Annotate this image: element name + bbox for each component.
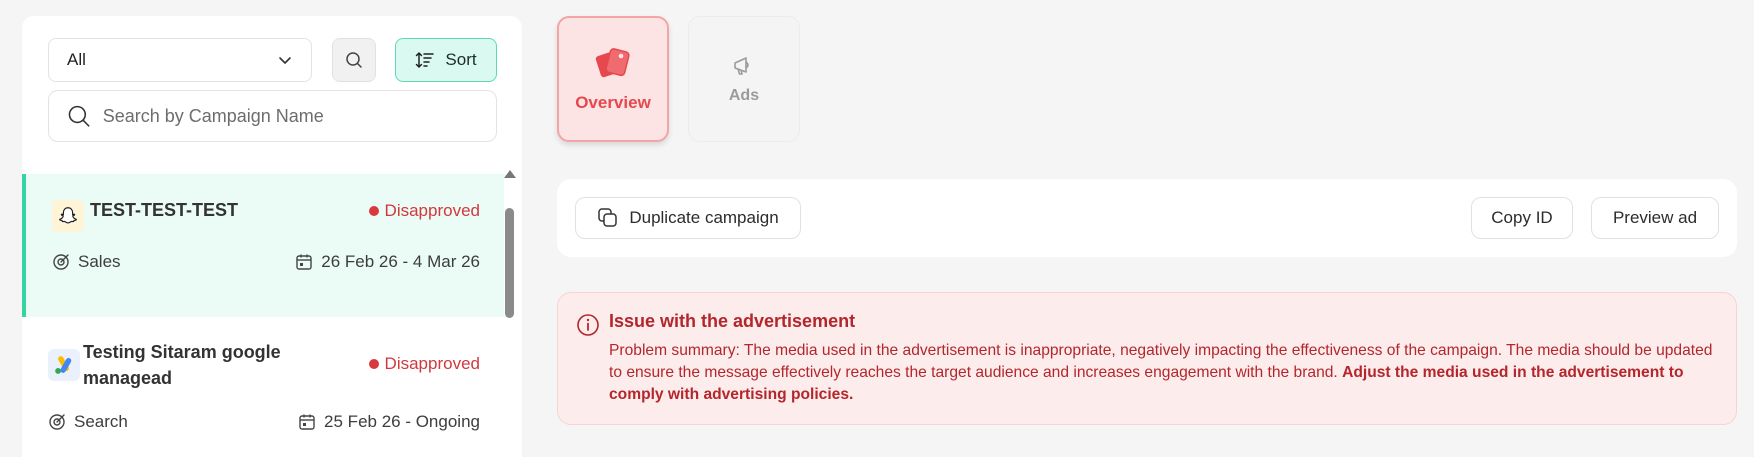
- campaign-name: Testing Sitaram google managead: [83, 342, 281, 388]
- google-ads-icon: [48, 349, 80, 381]
- campaign-dates: 25 Feb 26 - Ongoing: [298, 412, 480, 432]
- overview-icon: [595, 48, 630, 78]
- campaign-action-bar: Duplicate campaign Copy ID Preview ad: [557, 179, 1737, 257]
- campaign-objective: Search: [48, 412, 128, 432]
- campaign-list: TEST-TEST-TEST Disapproved Sales 26 Feb …: [22, 174, 504, 457]
- status-label: Disapproved: [384, 201, 480, 220]
- tab-overview-label: Overview: [575, 93, 651, 112]
- campaign-search-input[interactable]: [102, 105, 478, 127]
- campaign-search-field[interactable]: [48, 90, 497, 142]
- campaign-dates: 26 Feb 26 - 4 Mar 26: [295, 252, 480, 272]
- dates-label: 26 Feb 26 - 4 Mar 26: [321, 252, 480, 271]
- tab-ads-label: Ads: [728, 87, 760, 104]
- status-badge: Disapproved: [368, 354, 480, 374]
- status-dot-icon: [368, 359, 379, 369]
- objective-label: Search: [74, 412, 128, 431]
- target-icon: [53, 254, 69, 270]
- tab-ads[interactable]: Ads: [688, 16, 800, 142]
- campaign-list-scrollbar[interactable]: [502, 168, 516, 457]
- issue-alert: Issue with the advertisement Problem sum…: [557, 292, 1737, 425]
- copy-icon: [598, 208, 618, 227]
- objective-label: Sales: [78, 252, 121, 271]
- duplicate-campaign-label: Duplicate campaign: [629, 208, 779, 227]
- campaign-objective: Sales: [52, 252, 121, 272]
- status-filter-value: All: [67, 50, 86, 69]
- sort-icon: [416, 52, 435, 68]
- copy-id-label: Copy ID: [1491, 208, 1553, 227]
- dates-label: 25 Feb 26 - Ongoing: [324, 412, 480, 431]
- status-dot-icon: [368, 206, 379, 216]
- sort-label: Sort: [445, 50, 477, 69]
- calendar-icon: [296, 254, 312, 270]
- sort-button[interactable]: Sort: [395, 38, 497, 82]
- campaign-list-item[interactable]: TEST-TEST-TEST Disapproved Sales 26 Feb …: [22, 174, 504, 317]
- status-filter-dropdown[interactable]: All: [48, 38, 312, 82]
- duplicate-campaign-button[interactable]: Duplicate campaign: [575, 197, 801, 239]
- copy-id-button[interactable]: Copy ID: [1471, 197, 1573, 239]
- issue-title: Issue with the advertisement: [609, 311, 856, 331]
- status-badge: Disapproved: [368, 201, 480, 221]
- calendar-icon: [299, 414, 315, 430]
- scroll-up-arrow-icon[interactable]: [504, 170, 516, 178]
- info-icon: [577, 314, 599, 336]
- search-toggle-button[interactable]: [332, 38, 376, 82]
- issue-description: Problem summary: The media used in the a…: [609, 340, 1721, 406]
- snapchat-icon: [52, 200, 84, 232]
- search-icon: [68, 105, 90, 127]
- campaign-list-panel: All Sort TEST-TEST-TEST Disapproved: [22, 16, 522, 457]
- search-icon: [346, 52, 362, 68]
- preview-ad-button[interactable]: Preview ad: [1591, 197, 1719, 239]
- status-label: Disapproved: [384, 354, 480, 373]
- campaign-name: TEST-TEST-TEST: [90, 200, 239, 220]
- target-icon: [49, 414, 65, 430]
- megaphone-icon: [734, 57, 749, 75]
- campaign-list-item[interactable]: Testing Sitaram google managead Disappro…: [22, 317, 504, 457]
- preview-ad-label: Preview ad: [1612, 208, 1698, 227]
- tab-overview[interactable]: Overview: [557, 16, 669, 142]
- chevron-down-icon: [279, 57, 291, 64]
- scrollbar-thumb[interactable]: [505, 208, 514, 318]
